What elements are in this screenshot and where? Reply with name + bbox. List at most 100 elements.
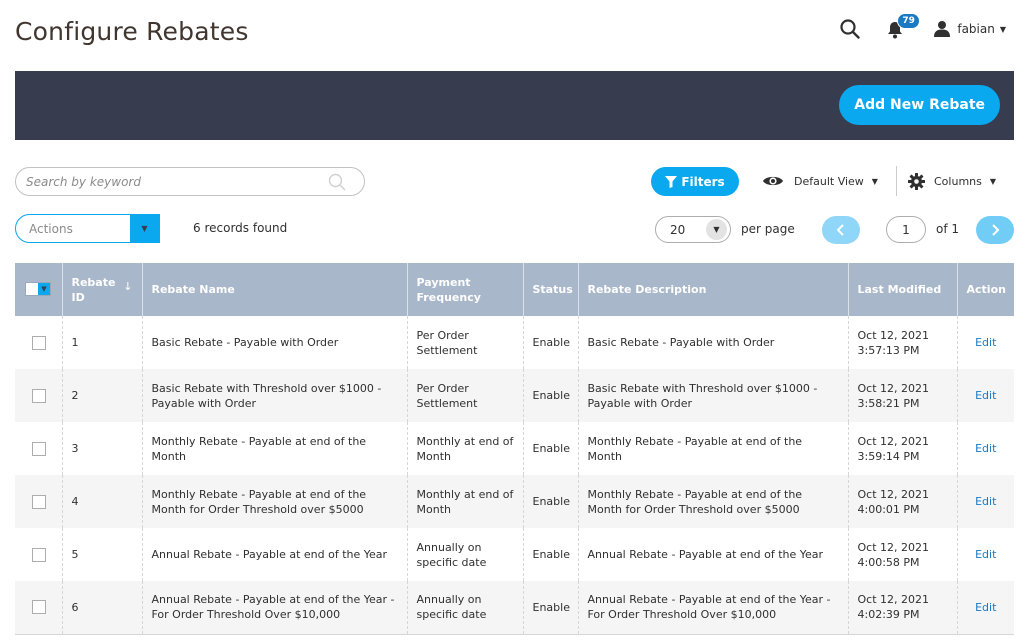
- chevron-down-icon: ▼: [871, 176, 878, 186]
- mass-select-checkbox[interactable]: ▼: [25, 282, 51, 296]
- row-select-cell: [15, 528, 63, 581]
- rebate-status: Enable: [523, 528, 579, 581]
- table-row: 1 Basic Rebate - Payable with Order Per …: [15, 316, 1014, 369]
- eye-icon: [763, 176, 783, 186]
- previous-page-button[interactable]: [822, 216, 860, 244]
- chevron-right-icon: [992, 224, 1000, 236]
- chevron-left-icon: [836, 224, 844, 236]
- last-modified: Oct 12, 2021 3:59:14 PM: [848, 422, 958, 475]
- action-cell: Edit: [957, 316, 1014, 369]
- user-menu[interactable]: fabian ▼: [933, 20, 1006, 38]
- username: fabian: [957, 22, 995, 36]
- table-row: 4 Monthly Rebate - Payable at end of the…: [15, 475, 1014, 528]
- edit-link[interactable]: Edit: [975, 442, 996, 455]
- row-checkbox[interactable]: [32, 547, 46, 562]
- columns-selector[interactable]: Columns ▼: [908, 171, 996, 191]
- chevron-down-icon: ▼: [706, 219, 727, 240]
- rebate-description: Annual Rebate - Payable at end of the Ye…: [578, 528, 849, 581]
- sort-arrow-icon: ↓: [123, 280, 133, 293]
- row-select-cell: [15, 422, 63, 475]
- chevron-down-icon: ▼: [989, 176, 997, 186]
- row-checkbox[interactable]: [32, 494, 46, 509]
- modified-time: 4:00:01 PM: [857, 502, 920, 516]
- modified-date: Oct 12, 2021: [857, 381, 930, 395]
- rebate-description: Monthly Rebate - Payable at end of the M…: [578, 422, 849, 475]
- edit-link[interactable]: Edit: [975, 336, 996, 349]
- rebate-id: 2: [62, 369, 143, 422]
- keyword-search: [15, 167, 365, 196]
- filters-button[interactable]: Filters: [651, 167, 739, 196]
- edit-link[interactable]: Edit: [975, 389, 996, 402]
- per-page-select[interactable]: 20 ▼: [655, 216, 731, 243]
- rebate-name: Monthly Rebate - Payable at end of the M…: [142, 475, 408, 528]
- rebate-id: 5: [62, 528, 143, 581]
- chevron-down-icon: ▼: [38, 283, 50, 295]
- row-select-cell: [15, 316, 63, 369]
- row-checkbox[interactable]: [32, 600, 46, 615]
- row-select-cell: [15, 475, 63, 528]
- column-header-rebate-id[interactable]: Rebate ID ↓: [62, 263, 143, 316]
- modified-time: 3:57:13 PM: [857, 343, 920, 357]
- rebate-id: 1: [62, 316, 143, 369]
- table-row: 2 Basic Rebate with Threshold over $1000…: [15, 369, 1014, 422]
- edit-link[interactable]: Edit: [975, 495, 996, 508]
- edit-link[interactable]: Edit: [975, 601, 996, 614]
- rebate-description: Annual Rebate - Payable at end of the Ye…: [578, 581, 849, 635]
- rebate-status: Enable: [523, 369, 579, 422]
- action-cell: Edit: [957, 475, 1014, 528]
- rebate-status: Enable: [523, 422, 579, 475]
- rebate-name: Monthly Rebate - Payable at end of the M…: [142, 422, 408, 475]
- row-checkbox[interactable]: [32, 388, 46, 403]
- modified-time: 4:02:39 PM: [857, 608, 920, 622]
- column-label: Rebate ID: [71, 275, 116, 304]
- next-page-button[interactable]: [976, 216, 1014, 244]
- column-header-payment-frequency[interactable]: Payment Frequency: [407, 263, 524, 316]
- view-selector[interactable]: Default View ▼: [762, 171, 878, 191]
- current-page-input[interactable]: [886, 216, 926, 243]
- action-cell: Edit: [957, 528, 1014, 581]
- action-cell: Edit: [957, 581, 1014, 635]
- last-modified: Oct 12, 2021 4:00:01 PM: [848, 475, 958, 528]
- notifications-button[interactable]: 79: [887, 13, 920, 40]
- payment-frequency: Annually on specific date: [407, 581, 524, 635]
- row-select-cell: [15, 369, 63, 422]
- column-header-last-modified[interactable]: Last Modified: [848, 263, 958, 316]
- header-actions: 79 fabian ▼: [839, 13, 1006, 42]
- chevron-down-icon: ▼: [130, 215, 159, 242]
- page-actions-bar: Add New Rebate: [15, 71, 1014, 140]
- column-header-status[interactable]: Status: [523, 263, 579, 316]
- search-icon[interactable]: [327, 172, 347, 192]
- rebate-description: Basic Rebate with Threshold over $1000 -…: [578, 369, 849, 422]
- rebate-description: Monthly Rebate - Payable at end of the M…: [578, 475, 849, 528]
- search-icon[interactable]: [839, 18, 861, 40]
- gear-icon: [908, 172, 925, 190]
- payment-frequency: Monthly at end of Month: [407, 475, 524, 528]
- last-modified: Oct 12, 2021 4:00:58 PM: [848, 528, 958, 581]
- actions-dropdown[interactable]: Actions ▼: [15, 214, 160, 243]
- modified-time: 3:59:14 PM: [857, 449, 920, 463]
- rebate-id: 6: [62, 581, 143, 635]
- per-page-label: per page: [741, 222, 795, 236]
- payment-frequency: Per Order Settlement: [407, 316, 524, 369]
- rebate-name: Basic Rebate - Payable with Order: [142, 316, 408, 369]
- columns-label: Columns: [934, 174, 982, 188]
- page-title: Configure Rebates: [15, 17, 249, 46]
- column-header-rebate-name[interactable]: Rebate Name: [142, 263, 408, 316]
- table-row: 6 Annual Rebate - Payable at end of the …: [15, 581, 1014, 635]
- rebate-status: Enable: [523, 475, 579, 528]
- notification-badge: 79: [897, 13, 920, 29]
- modified-time: 4:00:58 PM: [857, 555, 920, 569]
- rebate-id: 4: [62, 475, 143, 528]
- row-checkbox[interactable]: [32, 441, 46, 456]
- add-new-rebate-button[interactable]: Add New Rebate: [839, 85, 1000, 125]
- row-select-cell: [15, 581, 63, 635]
- column-header-rebate-description[interactable]: Rebate Description: [578, 263, 849, 316]
- modified-date: Oct 12, 2021: [857, 540, 930, 554]
- user-icon: [934, 21, 951, 37]
- modified-date: Oct 12, 2021: [857, 328, 930, 342]
- filters-label: Filters: [681, 174, 725, 189]
- column-header-action: Action: [957, 263, 1014, 316]
- row-checkbox[interactable]: [32, 335, 46, 350]
- edit-link[interactable]: Edit: [975, 548, 996, 561]
- search-input[interactable]: [26, 173, 316, 191]
